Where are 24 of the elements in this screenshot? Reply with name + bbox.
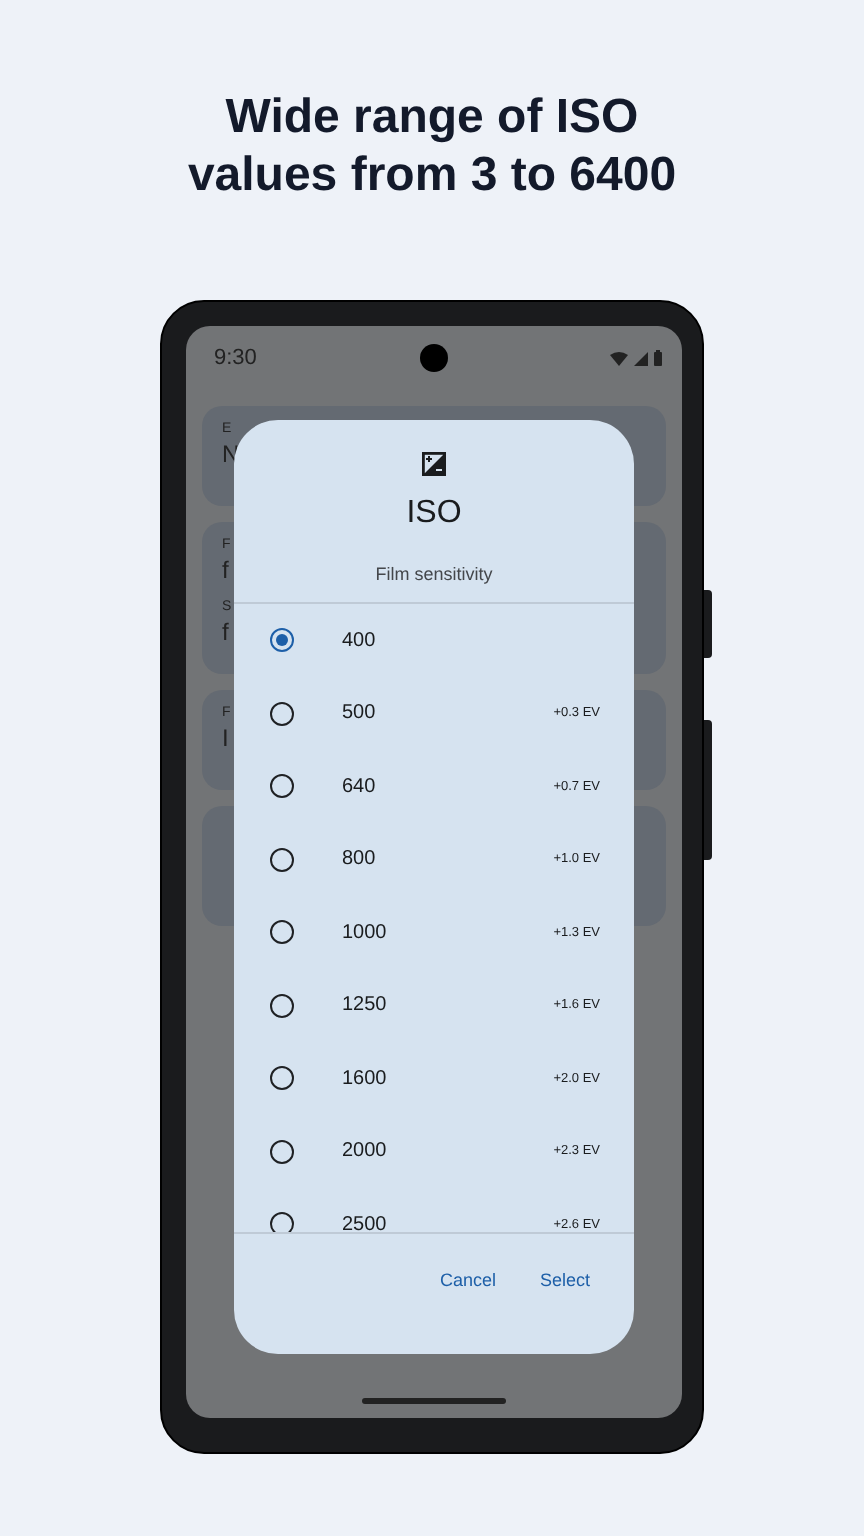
radio-button[interactable] [270, 1212, 294, 1232]
radio-button[interactable] [270, 774, 294, 799]
iso-option[interactable]: 400 [234, 604, 634, 677]
dialog-subtitle: Film sensitivity [375, 564, 493, 584]
radio-button[interactable] [270, 993, 294, 1018]
radio-button[interactable] [270, 701, 294, 726]
headline: Wide range of ISO values from 3 to 6400 [185, 88, 679, 204]
battery-icon [654, 350, 662, 366]
signal-icon [634, 351, 648, 365]
radio-button[interactable] [270, 1066, 294, 1091]
radio-button[interactable] [270, 628, 294, 653]
setting-value: f [222, 618, 229, 646]
cancel-button[interactable]: Cancel [423, 1258, 512, 1302]
radio-button[interactable] [270, 847, 294, 872]
setting-value: I [222, 724, 229, 752]
exposure-icon [422, 452, 446, 476]
setting-value: f [222, 556, 229, 584]
status-time: 9:30 [214, 346, 257, 370]
front-camera [420, 344, 448, 372]
wifi-icon [610, 351, 628, 365]
radio-button[interactable] [270, 1139, 294, 1164]
select-button[interactable]: Select [523, 1258, 606, 1302]
dialog-title: ISO [406, 496, 462, 532]
radio-button[interactable] [270, 920, 294, 945]
